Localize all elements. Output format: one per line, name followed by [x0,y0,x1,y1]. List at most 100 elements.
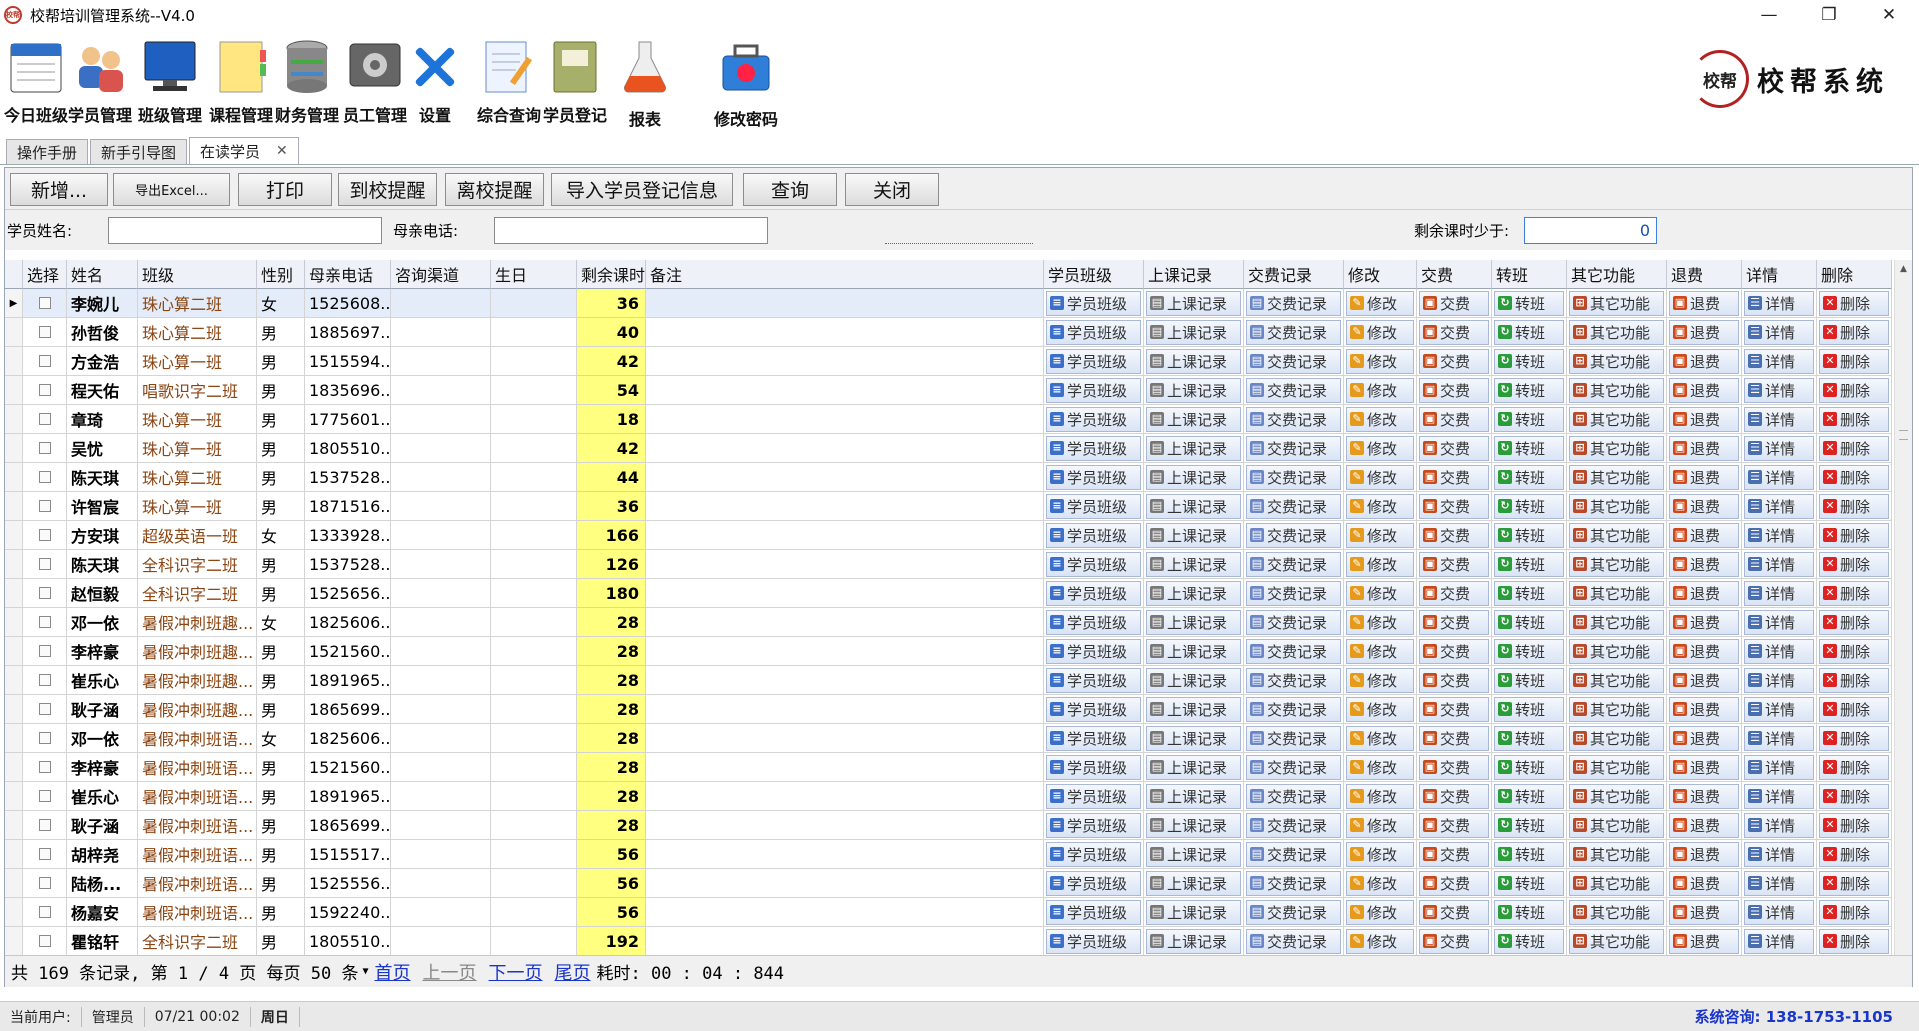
payment-record-button[interactable]: ▤ 交费记录 [1246,638,1341,664]
refund-button[interactable]: ▣ 退费 [1669,348,1739,374]
table-row[interactable]: 杨嘉安 暑假冲刺班语... 男 1592240... 56 ≡ 学员班级 ▤ 上课记录 ▤ 交费记录… [5,898,1893,927]
table-row[interactable]: 耿子涵 暑假冲刺班趣... 男 1865699... 28 ≡ 学员班级 ▤ 上课记录 ▤ 交费记录… [5,695,1893,724]
attendance-record-button[interactable]: ▤ 上课记录 [1146,377,1241,403]
other-functions-button[interactable]: ⊞ 其它功能 [1569,435,1664,461]
payment-record-button[interactable]: ▤ 交费记录 [1246,812,1341,838]
refund-button[interactable]: ▣ 退费 [1669,725,1739,751]
edit-button[interactable]: ✎ 修改 [1346,464,1414,490]
toolbar-button[interactable]: 修改密码 [706,36,786,134]
edit-button[interactable]: ✎ 修改 [1346,928,1414,954]
details-button[interactable]: ☰ 详情 [1744,464,1814,490]
refund-button[interactable]: ▣ 退费 [1669,696,1739,722]
row-checkbox[interactable] [38,906,51,918]
student-class-button[interactable]: ≡ 学员班级 [1046,812,1141,838]
column-header[interactable] [5,260,23,289]
tab-close-icon[interactable]: ✕ [276,143,288,159]
other-functions-button[interactable]: ⊞ 其它功能 [1569,899,1664,925]
student-class-button[interactable]: ≡ 学员班级 [1046,522,1141,548]
import-registration-button[interactable]: 导入学员登记信息 [551,173,733,206]
payment-record-button[interactable]: ▤ 交费记录 [1246,580,1341,606]
delete-button[interactable]: ✕ 删除 [1819,406,1889,432]
student-class-button[interactable]: ≡ 学员班级 [1046,696,1141,722]
row-checkbox[interactable] [38,935,51,947]
last-page-link[interactable]: 尾页 [555,959,591,985]
transfer-class-button[interactable]: ↻ 转班 [1494,638,1564,664]
details-button[interactable]: ☰ 详情 [1744,725,1814,751]
column-header[interactable]: 详情 [1742,260,1817,289]
refund-button[interactable]: ▣ 退费 [1669,522,1739,548]
attendance-record-button[interactable]: ▤ 上课记录 [1146,406,1241,432]
refund-button[interactable]: ▣ 退费 [1669,580,1739,606]
attendance-record-button[interactable]: ▤ 上课记录 [1146,928,1241,954]
other-functions-button[interactable]: ⊞ 其它功能 [1569,522,1664,548]
details-button[interactable]: ☰ 详情 [1744,435,1814,461]
column-header[interactable]: 其它功能 [1567,260,1667,289]
table-row[interactable]: 邓一依 暑假冲刺班趣... 女 1825606... 28 ≡ 学员班级 ▤ 上课记录 ▤ 交费记录… [5,608,1893,637]
table-row[interactable]: 许智宸 珠心算一班男 1871516... 36 ≡ 学员班级 ▤ 上课记录 ▤ 交费记录 ✎ 修改 ▣… [5,492,1893,521]
table-row[interactable]: 李梓豪 暑假冲刺班语... 男 1521560... 28 ≡ 学员班级 ▤ 上课记录 ▤ 交费记录… [5,753,1893,782]
refund-button[interactable]: ▣ 退费 [1669,377,1739,403]
details-button[interactable]: ☰ 详情 [1744,580,1814,606]
other-functions-button[interactable]: ⊞ 其它功能 [1569,551,1664,577]
row-checkbox[interactable] [38,819,51,831]
column-header[interactable]: 姓名 [67,260,138,289]
close-window-button[interactable]: ✕ [1859,0,1919,30]
refund-button[interactable]: ▣ 退费 [1669,406,1739,432]
table-row[interactable]: ▶ 李婉儿 珠心算二班女 1525608... 36 ≡ 学员班级 ▤ 上课记录 ▤ 交费记录 ✎ 修改… [5,289,1893,318]
other-functions-button[interactable]: ⊞ 其它功能 [1569,667,1664,693]
other-functions-button[interactable]: ⊞ 其它功能 [1569,290,1664,316]
attendance-record-button[interactable]: ▤ 上课记录 [1146,870,1241,896]
pay-button[interactable]: ▣ 交费 [1419,348,1489,374]
details-button[interactable]: ☰ 详情 [1744,870,1814,896]
transfer-class-button[interactable]: ↻ 转班 [1494,696,1564,722]
student-class-button[interactable]: ≡ 学员班级 [1046,377,1141,403]
attendance-record-button[interactable]: ▤ 上课记录 [1146,754,1241,780]
row-checkbox[interactable] [38,326,51,338]
student-class-button[interactable]: ≡ 学员班级 [1046,580,1141,606]
transfer-class-button[interactable]: ↻ 转班 [1494,580,1564,606]
row-checkbox[interactable] [38,848,51,860]
row-checkbox[interactable] [38,529,51,541]
pay-button[interactable]: ▣ 交费 [1419,754,1489,780]
other-functions-button[interactable]: ⊞ 其它功能 [1569,464,1664,490]
edit-button[interactable]: ✎ 修改 [1346,812,1414,838]
toolbar-button[interactable]: 学员管理 [68,36,132,134]
pay-button[interactable]: ▣ 交费 [1419,696,1489,722]
pay-button[interactable]: ▣ 交费 [1419,899,1489,925]
edit-button[interactable]: ✎ 修改 [1346,870,1414,896]
tab-manual[interactable]: 操作手册 [6,139,89,164]
column-header[interactable]: 剩余课时 [577,260,646,289]
pay-button[interactable]: ▣ 交费 [1419,609,1489,635]
row-checkbox[interactable] [38,790,51,802]
table-row[interactable]: 崔乐心 暑假冲刺班趣... 男 1891965... 28 ≡ 学员班级 ▤ 上课记录 ▤ 交费记录… [5,666,1893,695]
tab-guide[interactable]: 新手引导图 [90,139,188,164]
table-row[interactable]: 瞿铭轩 全科识字二班男 1805510... 192 ≡ 学员班级 ▤ 上课记录 ▤ 交费记录 ✎ 修… [5,927,1893,955]
transfer-class-button[interactable]: ↻ 转班 [1494,928,1564,954]
edit-button[interactable]: ✎ 修改 [1346,899,1414,925]
transfer-class-button[interactable]: ↻ 转班 [1494,377,1564,403]
student-class-button[interactable]: ≡ 学员班级 [1046,609,1141,635]
other-functions-button[interactable]: ⊞ 其它功能 [1569,609,1664,635]
next-page-link[interactable]: 下一页 [489,959,543,985]
student-class-button[interactable]: ≡ 学员班级 [1046,348,1141,374]
attendance-record-button[interactable]: ▤ 上课记录 [1146,667,1241,693]
delete-button[interactable]: ✕ 删除 [1819,812,1889,838]
pay-button[interactable]: ▣ 交费 [1419,406,1489,432]
transfer-class-button[interactable]: ↻ 转班 [1494,870,1564,896]
row-checkbox[interactable] [38,442,51,454]
other-functions-button[interactable]: ⊞ 其它功能 [1569,725,1664,751]
refund-button[interactable]: ▣ 退费 [1669,464,1739,490]
pay-button[interactable]: ▣ 交费 [1419,812,1489,838]
transfer-class-button[interactable]: ↻ 转班 [1494,464,1564,490]
payment-record-button[interactable]: ▤ 交费记录 [1246,551,1341,577]
student-class-button[interactable]: ≡ 学员班级 [1046,754,1141,780]
pay-button[interactable]: ▣ 交费 [1419,870,1489,896]
transfer-class-button[interactable]: ↻ 转班 [1494,522,1564,548]
pay-button[interactable]: ▣ 交费 [1419,551,1489,577]
payment-record-button[interactable]: ▤ 交费记录 [1246,406,1341,432]
payment-record-button[interactable]: ▤ 交费记录 [1246,493,1341,519]
row-checkbox[interactable] [38,297,51,309]
delete-button[interactable]: ✕ 删除 [1819,464,1889,490]
edit-button[interactable]: ✎ 修改 [1346,783,1414,809]
refund-button[interactable]: ▣ 退费 [1669,319,1739,345]
